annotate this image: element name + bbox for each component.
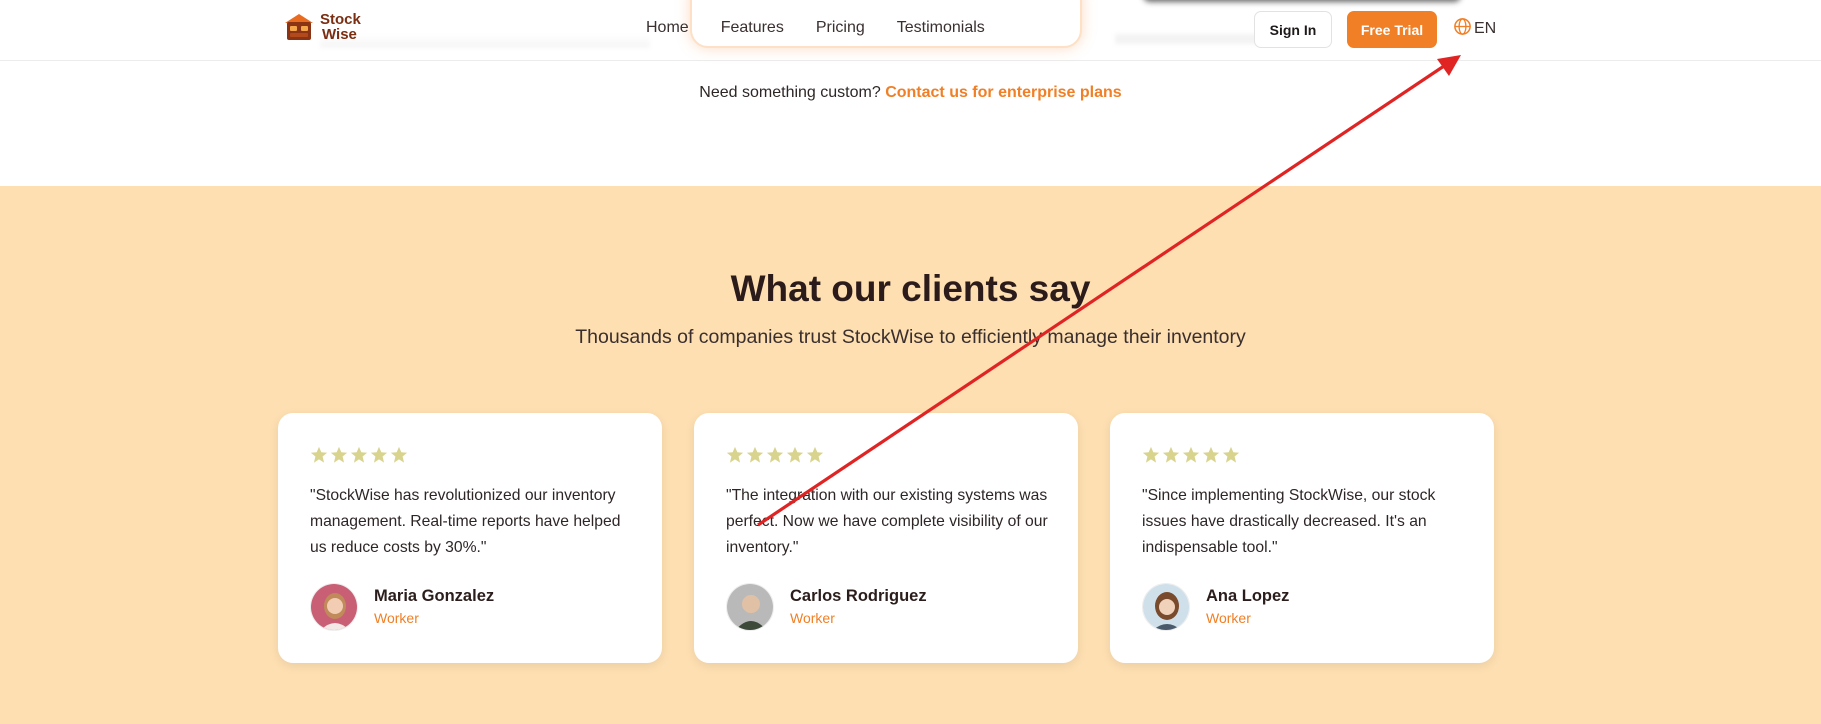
- nav-link-home[interactable]: Home: [646, 19, 689, 37]
- star-icon: [370, 446, 388, 463]
- star-icon: [1202, 446, 1220, 463]
- star-icon: [1222, 446, 1240, 463]
- testimonial-quote: "The integration with our existing syste…: [726, 487, 1048, 556]
- avatar: [726, 583, 774, 631]
- star-icon: [806, 446, 824, 463]
- star-rating: [1142, 446, 1240, 464]
- testimonial-quote: "Since implementing StockWise, our stock…: [1142, 487, 1436, 556]
- background-blur: [1115, 34, 1260, 44]
- star-icon: [726, 446, 744, 463]
- enterprise-contact-link[interactable]: Contact us for enterprise plans: [885, 84, 1122, 101]
- testimonial-quote: "StockWise has revolutionized our invent…: [310, 487, 621, 556]
- star-icon: [1162, 446, 1180, 463]
- logo-line-1: Stock: [320, 11, 361, 28]
- star-icon: [330, 446, 348, 463]
- testimonials-section: What our clients say Thousands of compan…: [0, 186, 1821, 724]
- language-code: EN: [1474, 20, 1497, 37]
- free-trial-button[interactable]: Free Trial: [1347, 11, 1437, 48]
- author-role: Worker: [374, 610, 419, 626]
- custom-plans-prefix: Need something custom?: [699, 84, 881, 101]
- nav-link-features[interactable]: Features: [721, 19, 784, 37]
- nav-link-testimonials[interactable]: Testimonials: [897, 19, 985, 37]
- star-icon: [766, 446, 784, 463]
- testimonial-author: Ana Lopez Worker: [1206, 585, 1289, 629]
- globe-icon: [1453, 17, 1472, 41]
- custom-plans-note: Need something custom? Contact us for en…: [0, 84, 1821, 102]
- site-header: Stock Wise Home Features Pricing Testimo…: [0, 0, 1821, 61]
- star-icon: [310, 446, 328, 463]
- star-rating: [726, 446, 824, 464]
- author-name: Maria Gonzalez: [374, 587, 495, 605]
- star-icon: [1182, 446, 1200, 463]
- logo-line-2: Wise: [322, 26, 357, 43]
- background-blur: [320, 34, 650, 48]
- star-rating: [310, 446, 408, 464]
- warehouse-logo-icon: [282, 12, 316, 42]
- star-icon: [350, 446, 368, 463]
- background-shadow-edge: [1143, 0, 1461, 2]
- star-icon: [786, 446, 804, 463]
- author-name: Carlos Rodriguez: [790, 587, 927, 605]
- language-selector[interactable]: EN: [1453, 17, 1496, 41]
- author-role: Worker: [790, 610, 835, 626]
- testimonial-card: "Since implementing StockWise, our stock…: [1110, 413, 1494, 663]
- testimonials-subtitle: Thousands of companies trust StockWise t…: [575, 326, 1246, 348]
- star-icon: [1142, 446, 1160, 463]
- sign-in-button[interactable]: Sign In: [1254, 11, 1332, 48]
- nav-link-pricing[interactable]: Pricing: [816, 19, 865, 37]
- logo-text: Stock Wise: [320, 12, 361, 42]
- avatar: [310, 583, 358, 631]
- testimonial-card: "The integration with our existing syste…: [694, 413, 1078, 663]
- testimonials-title: What our clients say: [730, 268, 1091, 309]
- testimonial-author: Maria Gonzalez Worker: [374, 585, 494, 629]
- author-name: Ana Lopez: [1206, 587, 1290, 605]
- main-nav: Home Features Pricing Testimonials: [646, 19, 1017, 37]
- star-icon: [390, 446, 408, 463]
- author-role: Worker: [1206, 610, 1251, 626]
- testimonial-card: "StockWise has revolutionized our invent…: [278, 413, 662, 663]
- star-icon: [746, 446, 764, 463]
- testimonial-author: Carlos Rodriguez Worker: [790, 585, 927, 629]
- logo[interactable]: Stock Wise: [282, 12, 361, 42]
- avatar: [1142, 583, 1190, 631]
